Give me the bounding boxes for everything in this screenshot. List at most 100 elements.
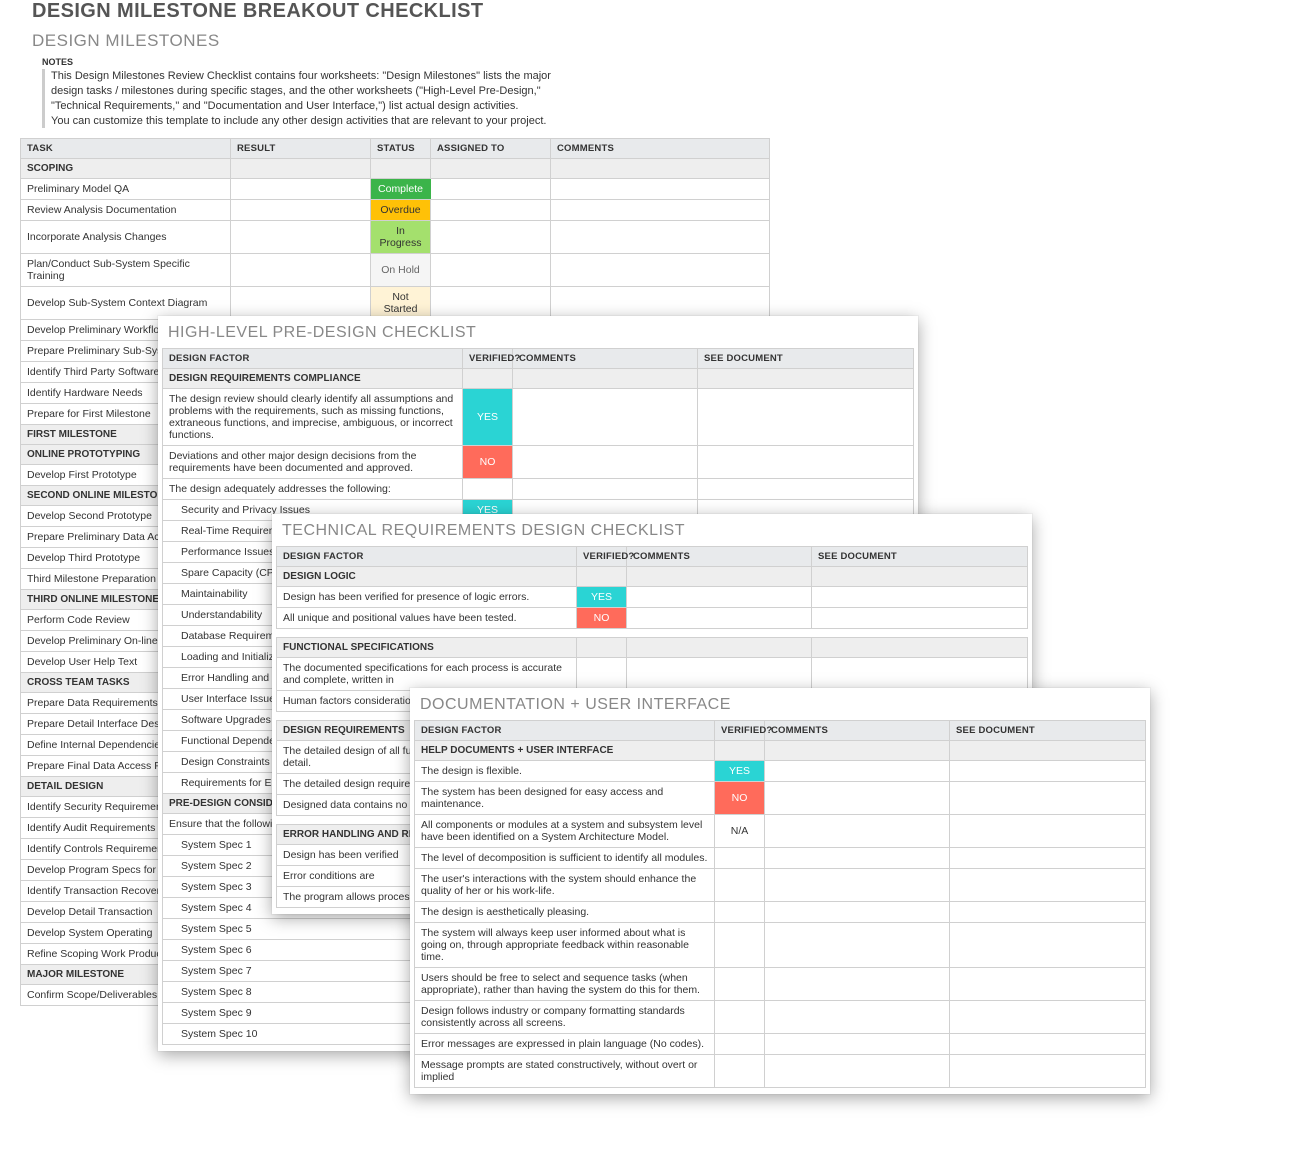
panel-title: DOCUMENTATION + USER INTERFACE [420,696,1146,714]
comments-cell[interactable] [765,848,950,869]
factor-cell: The design review should clearly identif… [163,389,463,446]
see-doc-cell[interactable] [950,782,1146,815]
verified-cell[interactable] [715,1001,765,1034]
result-cell[interactable] [231,221,371,254]
status-cell[interactable]: Overdue [371,200,431,221]
comments-cell[interactable] [513,479,698,500]
see-doc-cell[interactable] [698,389,914,446]
verified-cell[interactable] [463,479,513,500]
factor-cell: The design is flexible. [415,761,715,782]
notes-line: This Design Milestones Review Checklist … [51,69,770,84]
col-see-doc: SEE DOCUMENT [950,721,1146,741]
verified-cell[interactable] [715,902,765,923]
table-row: The system will always keep user informe… [415,923,1146,968]
verified-cell[interactable] [715,869,765,902]
table-row: Message prompts are stated constructivel… [415,1055,1146,1088]
verified-cell[interactable] [715,923,765,968]
col-factor: DESIGN FACTOR [277,547,577,567]
factor-cell: The system will always keep user informe… [415,923,715,968]
comments-cell[interactable] [765,923,950,968]
notes-line: design tasks / milestones during specifi… [51,84,770,99]
see-doc-cell[interactable] [950,815,1146,848]
comments-cell[interactable] [551,179,770,200]
notes-line: You can customize this template to inclu… [51,114,770,129]
comments-cell[interactable] [513,446,698,479]
see-doc-cell[interactable] [812,587,1028,608]
see-doc-cell[interactable] [950,968,1146,1001]
section-label: DESIGN LOGIC [277,567,577,587]
comments-cell[interactable] [551,287,770,320]
comments-cell[interactable] [765,1055,950,1088]
table-row: Incorporate Analysis ChangesIn Progress [21,221,770,254]
result-cell[interactable] [231,179,371,200]
comments-cell[interactable] [765,1034,950,1055]
assigned-cell[interactable] [431,179,551,200]
verified-cell[interactable]: NO [463,446,513,479]
assigned-cell[interactable] [431,200,551,221]
verified-cell[interactable]: YES [463,389,513,446]
table-row [277,629,1028,638]
panel-documentation: DOCUMENTATION + USER INTERFACE DESIGN FA… [410,688,1150,1094]
col-see-doc: SEE DOCUMENT [698,349,914,369]
table-row: The documented specifications for each p… [277,658,1028,691]
comments-cell[interactable] [627,658,812,691]
comments-cell[interactable] [765,869,950,902]
status-cell[interactable]: Complete [371,179,431,200]
panel-title: HIGH-LEVEL PRE-DESIGN CHECKLIST [168,324,914,342]
comments-cell[interactable] [765,761,950,782]
comments-cell[interactable] [551,254,770,287]
result-cell[interactable] [231,287,371,320]
table-row: Users should be free to select and seque… [415,968,1146,1001]
comments-cell[interactable] [765,815,950,848]
status-cell[interactable]: In Progress [371,221,431,254]
verified-cell[interactable] [577,658,627,691]
comments-cell[interactable] [551,221,770,254]
assigned-cell[interactable] [431,221,551,254]
comments-cell[interactable] [627,608,812,629]
status-cell[interactable]: Not Started [371,287,431,320]
result-cell[interactable] [231,200,371,221]
result-cell[interactable] [231,254,371,287]
see-doc-cell[interactable] [950,848,1146,869]
see-doc-cell[interactable] [950,1001,1146,1034]
verified-cell[interactable] [715,968,765,1001]
comments-cell[interactable] [765,1001,950,1034]
comments-cell[interactable] [551,200,770,221]
comments-cell[interactable] [765,902,950,923]
see-doc-cell[interactable] [950,902,1146,923]
col-see-doc: SEE DOCUMENT [812,547,1028,567]
comments-cell[interactable] [765,968,950,1001]
verified-cell[interactable]: YES [577,587,627,608]
see-doc-cell[interactable] [698,479,914,500]
assigned-cell[interactable] [431,254,551,287]
see-doc-cell[interactable] [812,658,1028,691]
see-doc-cell[interactable] [950,869,1146,902]
comments-cell[interactable] [765,782,950,815]
table-row: HELP DOCUMENTS + USER INTERFACE [415,741,1146,761]
table-row: Deviations and other major design decisi… [163,446,914,479]
verified-cell[interactable]: YES [715,761,765,782]
notes-text: This Design Milestones Review Checklist … [42,69,770,128]
see-doc-cell[interactable] [698,446,914,479]
verified-cell[interactable]: NO [577,608,627,629]
see-doc-cell[interactable] [950,1055,1146,1088]
see-doc-cell[interactable] [950,1034,1146,1055]
see-doc-cell[interactable] [950,761,1146,782]
notes-label: NOTES [42,57,770,67]
see-doc-cell[interactable] [950,923,1146,968]
status-cell[interactable]: On Hold [371,254,431,287]
assigned-cell[interactable] [431,287,551,320]
factor-cell: The system has been designed for easy ac… [415,782,715,815]
comments-cell[interactable] [627,587,812,608]
verified-cell[interactable] [715,1055,765,1088]
comments-cell[interactable] [513,389,698,446]
verified-cell[interactable]: NO [715,782,765,815]
factor-cell: Error messages are expressed in plain la… [415,1034,715,1055]
section-label: HELP DOCUMENTS + USER INTERFACE [415,741,715,761]
table-row: The system has been designed for easy ac… [415,782,1146,815]
verified-cell[interactable] [715,848,765,869]
verified-cell[interactable]: N/A [715,815,765,848]
task-cell: Preliminary Model QA [21,179,231,200]
see-doc-cell[interactable] [812,608,1028,629]
verified-cell[interactable] [715,1034,765,1055]
